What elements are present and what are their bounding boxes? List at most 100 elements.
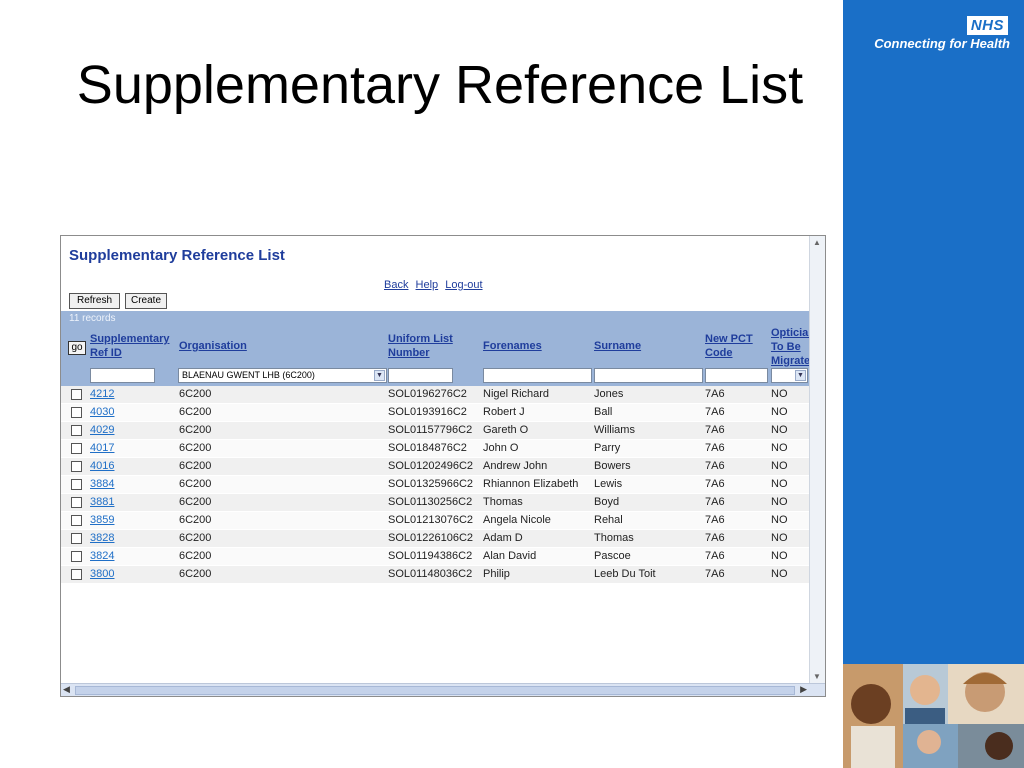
row-select-checkbox[interactable] <box>71 425 82 436</box>
horizontal-scroll-thumb[interactable] <box>75 686 795 695</box>
migrated-cell: NO <box>771 406 788 418</box>
migrated-cell: NO <box>771 532 788 544</box>
go-button[interactable]: go <box>68 341 86 355</box>
uniform-list-number-cell: SOL01148036C2 <box>388 568 473 580</box>
pct-code-filter-input[interactable] <box>705 368 768 383</box>
table-row: 3881 6C200 SOL01130256C2 Thomas Boyd 7A6 NO <box>61 494 809 512</box>
migrated-cell: NO <box>771 478 788 490</box>
table-row: 3884 6C200 SOL01325966C2 Rhiannon Elizabeth… <box>61 476 809 494</box>
uniform-list-number-cell: SOL01130256C2 <box>388 496 473 508</box>
new-pct-code-cell: 7A6 <box>705 496 725 508</box>
ref-id-cell[interactable]: 3828 <box>90 532 114 544</box>
forenames-cell: Adam D <box>483 532 523 544</box>
table-row: 3859 6C200 SOL01213076C2 Angela Nicole Rehal… <box>61 512 809 530</box>
organisation-cell: 6C200 <box>179 568 212 580</box>
scroll-down-icon[interactable]: ▼ <box>812 672 822 682</box>
table-row: 4016 6C200 SOL01202496C2 Andrew John Bowers 7… <box>61 458 809 476</box>
photo-collage-image <box>843 664 1024 768</box>
organisation-cell: 6C200 <box>179 460 212 472</box>
record-count: 11 records <box>69 313 116 324</box>
uniform-list-filter-input[interactable] <box>388 368 453 383</box>
organisation-filter-select[interactable]: BLAENAU GWENT LHB (6C200) ▼ <box>178 368 387 383</box>
col-header-optician-to-be-migrated[interactable]: Optician To Be Migrated <box>771 326 809 368</box>
uniform-list-number-cell: SOL0184876C2 <box>388 442 467 454</box>
help-link[interactable]: Help <box>416 279 439 291</box>
col-header-supplementary-ref-id[interactable]: Supplementary Ref ID <box>90 332 169 360</box>
row-select-checkbox[interactable] <box>71 515 82 526</box>
row-select-checkbox[interactable] <box>71 389 82 400</box>
ref-id-cell[interactable]: 4017 <box>90 442 114 454</box>
ref-id-cell[interactable]: 4212 <box>90 388 114 400</box>
surname-cell: Ball <box>594 406 613 418</box>
surname-cell: Bowers <box>594 460 631 472</box>
vertical-scrollbar[interactable]: ▲ ▼ <box>809 236 825 684</box>
organisation-cell: 6C200 <box>179 550 212 562</box>
col-header-new-pct-code[interactable]: New PCT Code <box>705 332 753 360</box>
migrated-cell: NO <box>771 442 788 454</box>
row-select-checkbox[interactable] <box>71 461 82 472</box>
surname-cell: Williams <box>594 424 635 436</box>
col-header-surname[interactable]: Surname <box>594 339 641 353</box>
ref-id-cell[interactable]: 3800 <box>90 568 114 580</box>
ref-id-cell[interactable]: 3884 <box>90 478 114 490</box>
uniform-list-number-cell: SOL0196276C2 <box>388 388 467 400</box>
ref-id-cell[interactable]: 4030 <box>90 406 114 418</box>
scroll-right-icon[interactable]: ▶ <box>800 684 807 695</box>
ref-id-cell[interactable]: 3859 <box>90 514 114 526</box>
forenames-cell: Andrew John <box>483 460 548 472</box>
create-button[interactable]: Create <box>125 293 167 309</box>
row-select-checkbox[interactable] <box>71 569 82 580</box>
col-header-forenames[interactable]: Forenames <box>483 339 542 353</box>
surname-cell: Rehal <box>594 514 623 526</box>
organisation-cell: 6C200 <box>179 442 212 454</box>
row-select-checkbox[interactable] <box>71 533 82 544</box>
filter-row: BLAENAU GWENT LHB (6C200) ▼ ▼ <box>61 366 809 386</box>
grid-body: 4212 6C200 SOL0196276C2 Nigel Richard Jones 7… <box>61 386 809 584</box>
scroll-up-icon[interactable]: ▲ <box>812 238 822 248</box>
organisation-cell: 6C200 <box>179 514 212 526</box>
scroll-left-icon[interactable]: ◀ <box>63 684 70 695</box>
migrated-cell: NO <box>771 388 788 400</box>
row-select-checkbox[interactable] <box>71 407 82 418</box>
row-select-checkbox[interactable] <box>71 443 82 454</box>
ref-id-cell[interactable]: 4016 <box>90 460 114 472</box>
forenames-cell: Gareth O <box>483 424 529 436</box>
uniform-list-number-cell: SOL01194386C2 <box>388 550 473 562</box>
surname-cell: Lewis <box>594 478 623 490</box>
logout-link[interactable]: Log-out <box>445 279 482 291</box>
horizontal-scrollbar[interactable]: ◀ ▶ <box>61 683 825 696</box>
surname-cell: Pascoe <box>594 550 631 562</box>
uniform-list-number-cell: SOL01325966C2 <box>388 478 474 490</box>
ref-id-filter-input[interactable] <box>90 368 155 383</box>
surname-filter-input[interactable] <box>594 368 703 383</box>
new-pct-code-cell: 7A6 <box>705 442 725 454</box>
new-pct-code-cell: 7A6 <box>705 478 725 490</box>
organisation-cell: 6C200 <box>179 532 212 544</box>
col-header-uniform-list-number[interactable]: Uniform List Number <box>388 332 453 360</box>
new-pct-code-cell: 7A6 <box>705 550 725 562</box>
refresh-button[interactable]: Refresh <box>69 293 120 309</box>
forenames-cell: Angela Nicole <box>483 514 551 526</box>
row-select-checkbox[interactable] <box>71 497 82 508</box>
table-row: 3828 6C200 SOL01226106C2 Adam D Thomas 7A6 NO <box>61 530 809 548</box>
new-pct-code-cell: 7A6 <box>705 406 725 418</box>
row-select-checkbox[interactable] <box>71 479 82 490</box>
col-header-organisation[interactable]: Organisation <box>179 339 247 353</box>
chevron-down-icon: ▼ <box>374 370 385 381</box>
table-row: 3824 6C200 SOL01194386C2 Alan David Pascoe 7A… <box>61 548 809 566</box>
table-row: 4029 6C200 SOL01157796C2 Gareth O Williams 7A… <box>61 422 809 440</box>
migrated-cell: NO <box>771 568 788 580</box>
uniform-list-number-cell: SOL01213076C2 <box>388 514 474 526</box>
migrated-filter-select[interactable]: ▼ <box>771 368 808 383</box>
app-window: Supplementary Reference List Back Help L… <box>60 235 826 697</box>
ref-id-cell[interactable]: 4029 <box>90 424 114 436</box>
grid-header: 11 records go Supplementary Ref ID Organ… <box>61 311 809 386</box>
slide-title: Supplementary Reference List <box>76 55 804 115</box>
ref-id-cell[interactable]: 3824 <box>90 550 114 562</box>
back-link[interactable]: Back <box>384 279 408 291</box>
row-select-checkbox[interactable] <box>71 551 82 562</box>
brand-sidebar: NHS Connecting for Health <box>843 0 1024 768</box>
new-pct-code-cell: 7A6 <box>705 532 725 544</box>
ref-id-cell[interactable]: 3881 <box>90 496 114 508</box>
forenames-filter-input[interactable] <box>483 368 592 383</box>
